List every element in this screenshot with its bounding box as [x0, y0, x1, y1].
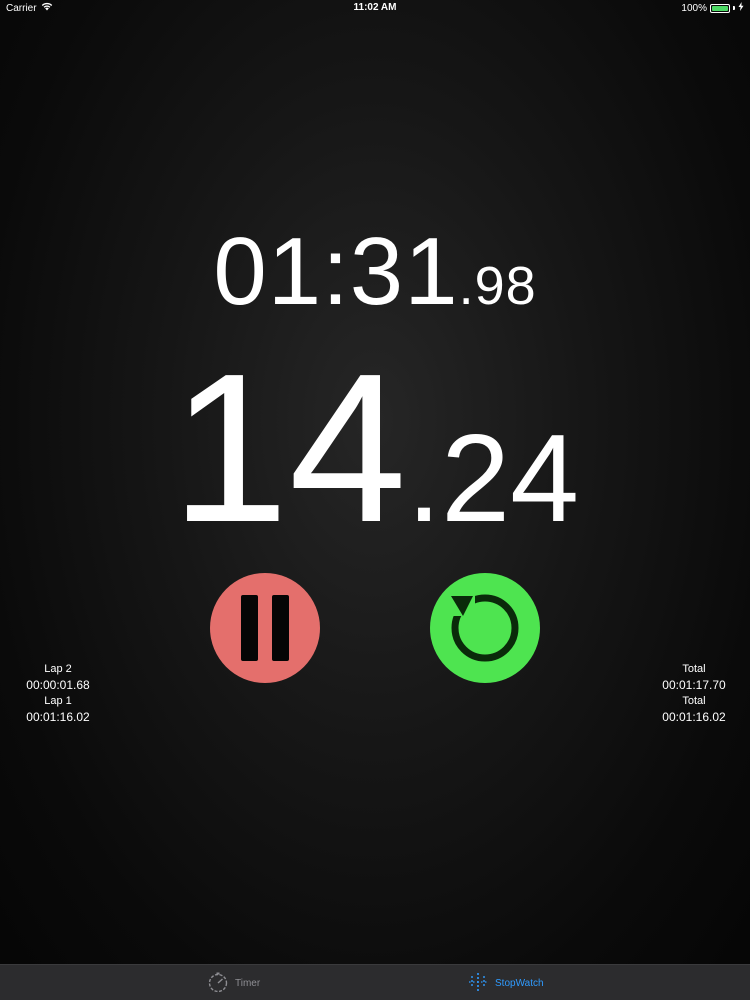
battery-nub [733, 6, 735, 10]
pause-button[interactable] [210, 573, 320, 683]
pause-bar-right [272, 595, 289, 661]
status-bar: Carrier 11:02 AM 100% [0, 0, 750, 16]
lap-label: Lap 2 [44, 663, 72, 675]
battery-icon [710, 3, 730, 13]
lap-label: Lap 1 [44, 695, 72, 707]
total-label: Total [682, 695, 706, 707]
lap-value: 00:01:16.02 [26, 710, 90, 724]
tab-stopwatch-label: StopWatch [495, 977, 544, 989]
total-list: Total 00:01:17.70 Total 00:01:16.02 [654, 661, 734, 725]
lap-time-display: 14.24 [0, 342, 750, 579]
lap-time-main: 14 [170, 329, 407, 566]
lap-list: Lap 2 00:00:01.68 Lap 1 00:01:16.02 [18, 661, 98, 725]
list-item: Lap 2 00:00:01.68 [18, 661, 98, 693]
lap-reset-icon [443, 584, 527, 673]
battery-percent: 100% [681, 2, 707, 14]
stopwatch-screen: Carrier 11:02 AM 100% 01:31.98 14.24 Lap… [0, 0, 750, 1000]
total-value: 00:01:17.70 [662, 678, 726, 692]
timer-icon [207, 971, 229, 996]
list-item: Total 00:01:16.02 [654, 693, 734, 725]
lap-value: 00:00:01.68 [26, 678, 90, 692]
pause-icon [241, 595, 289, 661]
tab-timer[interactable]: Timer [207, 965, 260, 1000]
tab-bar: Timer StopWatch [0, 964, 750, 1000]
total-value: 00:01:16.02 [662, 710, 726, 724]
list-item: Lap 1 00:01:16.02 [18, 693, 98, 725]
stopwatch-icon [467, 971, 489, 996]
lap-button[interactable] [430, 573, 540, 683]
total-time-main: 01:31 [213, 218, 459, 325]
lap-time-hundredths: .24 [406, 410, 580, 548]
pause-bar-left [241, 595, 258, 661]
charging-icon [738, 2, 744, 14]
total-time-display: 01:31.98 [0, 222, 750, 336]
tab-timer-label: Timer [235, 977, 261, 989]
total-label: Total [682, 663, 706, 675]
tab-stopwatch[interactable]: StopWatch [467, 965, 544, 1000]
status-right: 100% [681, 2, 744, 14]
total-time-hundredths: .98 [458, 256, 537, 316]
battery-fill [712, 5, 728, 11]
list-item: Total 00:01:17.70 [654, 661, 734, 693]
status-time: 11:02 AM [353, 2, 397, 13]
